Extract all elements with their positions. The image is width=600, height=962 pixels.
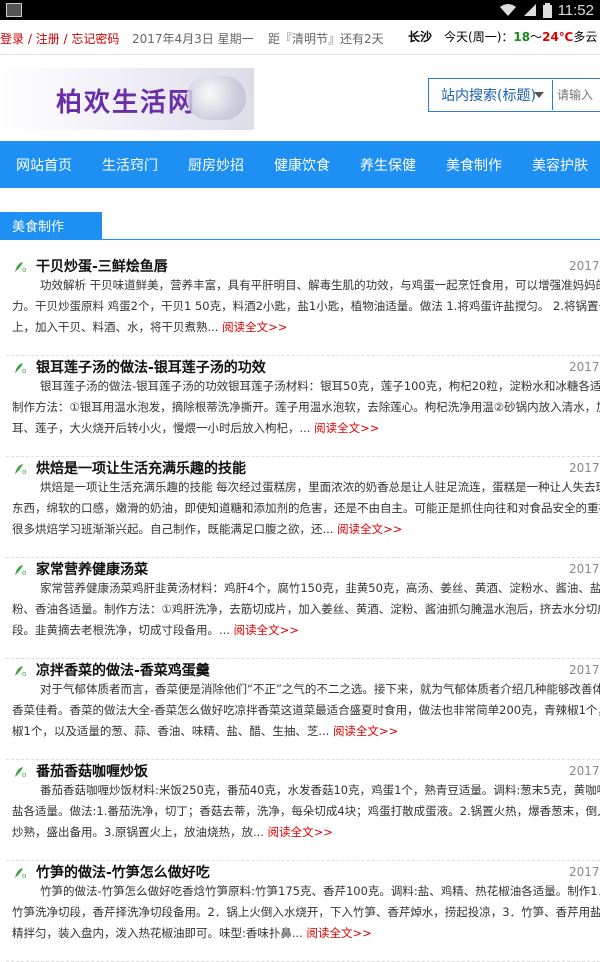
notification-image-icon — [6, 3, 22, 17]
svg-text:o: o — [22, 771, 26, 778]
article-item: o 番茄香菇咖喱炒饭 2017- 番茄香菇咖喱炒饭材料:米饭250克，番茄40克… — [6, 760, 600, 861]
nav-kitchen-tips[interactable]: 厨房妙招 — [188, 155, 244, 175]
article-date: 2017- — [569, 360, 600, 374]
read-more-link[interactable]: 阅读全文>> — [307, 926, 372, 940]
article-date: 2017- — [569, 461, 600, 475]
article-title[interactable]: 番茄香菇咖喱炒饭 — [36, 761, 148, 781]
article-excerpt: 银耳莲子汤的做法-银耳莲子汤的功效银耳莲子汤材料：银耳50克，莲子100克，枸杞… — [12, 379, 600, 435]
nav-food-making[interactable]: 美食制作 — [446, 155, 502, 175]
bullet-icon: o — [15, 868, 26, 879]
article-excerpt: 家常营养健康汤菜鸡肝韭黄汤材料：鸡肝4个，腐竹150克，韭黄50克，高汤、姜丝、… — [12, 581, 600, 637]
clock: 11:52 — [557, 1, 594, 19]
wifi-icon — [499, 4, 516, 16]
logo-text: 柏欢生活网 — [56, 88, 197, 118]
temp-high: 24℃ — [542, 30, 574, 44]
search-input[interactable] — [553, 80, 600, 110]
read-more-link[interactable]: 阅读全文>> — [234, 623, 299, 637]
search-scope-select[interactable]: 站内搜索(标题) — [429, 80, 553, 110]
article-list: o 干贝炒蛋-三鲜烩鱼唇 2017- 功效解析 干贝味道鲜美，营养丰富，具有平肝… — [0, 255, 600, 962]
bullet-icon: o — [15, 464, 26, 475]
article-date: 2017- — [569, 865, 600, 879]
search-box: 站内搜索(标题) — [428, 78, 600, 112]
nav-health-care[interactable]: 养生保健 — [360, 155, 416, 175]
bullet-icon: o — [15, 565, 26, 576]
read-more-link[interactable]: 阅读全文>> — [337, 522, 402, 536]
article-summary: 家常营养健康汤菜鸡肝韭黄汤材料：鸡肝4个，腐竹150克，韭黄50克，高汤、姜丝、… — [12, 578, 600, 641]
battery-icon — [542, 2, 552, 18]
svg-text:o: o — [22, 872, 26, 879]
forgot-password-link[interactable]: 忘记密码 — [71, 32, 119, 46]
nav-beauty-care[interactable]: 美容护肤 — [532, 155, 588, 175]
article-excerpt: 功效解析 干贝味道鲜美，营养丰富，具有平肝明目、解毒生肌的功效，与鸡蛋一起烹饪食… — [12, 278, 600, 334]
svg-text:o: o — [22, 670, 26, 677]
article-item: o 干贝炒蛋-三鲜烩鱼唇 2017- 功效解析 干贝味道鲜美，营养丰富，具有平肝… — [6, 255, 600, 356]
nav-life-tips[interactable]: 生活窍门 — [102, 155, 158, 175]
article-date: 2017- — [569, 259, 600, 273]
svg-text:o: o — [22, 569, 26, 576]
article-summary: 功效解析 干贝味道鲜美，营养丰富，具有平肝明目、解毒生肌的功效，与鸡蛋一起烹饪食… — [12, 275, 600, 338]
bullet-icon: o — [15, 262, 26, 273]
top-bar: 登录 / 注册 / 忘记密码 2017年4月3日 星期一 距『清明节』还有2天 … — [0, 20, 600, 55]
search-scope-label: 站内搜索(标题) — [441, 88, 536, 104]
article-title[interactable]: 银耳莲子汤的做法-银耳莲子汤的功效 — [36, 357, 266, 377]
current-date: 2017年4月3日 星期一 — [132, 32, 254, 46]
read-more-link[interactable]: 阅读全文>> — [314, 421, 379, 435]
status-bar: 11:52 — [0, 0, 600, 20]
svg-text:o: o — [22, 468, 26, 475]
article-title[interactable]: 凉拌香菜的做法-香菜鸡蛋羹 — [36, 660, 210, 680]
auth-links: 登录 / 注册 / 忘记密码 — [0, 32, 120, 46]
article-title[interactable]: 竹笋的做法-竹笋怎么做好吃 — [36, 862, 210, 882]
nav-home[interactable]: 网站首页 — [16, 155, 72, 175]
article-excerpt: 对于气郁体质者而言，香菜便是消除他们“不正”之气的不二之选。接下来，就为气郁体质… — [12, 682, 600, 738]
section-header: 美食制作 — [0, 212, 600, 240]
article-excerpt: 烘焙是一项让生活充满乐趣的技能 每次经过蛋糕房，里面浓浓的奶香总是让人驻足流连，… — [12, 480, 600, 536]
article-title[interactable]: 烘焙是一项让生活充满乐趣的技能 — [36, 458, 246, 478]
read-more-link[interactable]: 阅读全文>> — [222, 320, 287, 334]
signal-icon — [523, 4, 536, 16]
article-item: o 烘焙是一项让生活充满乐趣的技能 2017- 烘焙是一项让生活充满乐趣的技能 … — [6, 457, 600, 558]
weather-widget: 长沙 今天(周一)：18～24℃多云 — [408, 28, 597, 45]
temp-low: 18 — [513, 30, 531, 44]
temp-separator: ～ — [530, 30, 543, 44]
logo-decoration — [186, 76, 246, 120]
article-item: o 凉拌香菜的做法-香菜鸡蛋羹 2017- 对于气郁体质者而言，香菜便是消除他们… — [6, 659, 600, 760]
chevron-down-icon — [534, 92, 544, 98]
bullet-icon: o — [15, 666, 26, 677]
article-item: o 银耳莲子汤的做法-银耳莲子汤的功效 2017- 银耳莲子汤的做法-银耳莲子汤… — [6, 356, 600, 457]
bullet-icon: o — [15, 363, 26, 374]
register-link[interactable]: 注册 — [36, 32, 60, 46]
article-summary: 番茄香菇咖喱炒饭材料:米饭250克，番茄40克，水发香菇10克，鸡蛋1个，熟青豆… — [12, 780, 600, 843]
weather-condition: 多云 — [573, 30, 598, 44]
bullet-icon: o — [15, 767, 26, 778]
read-more-link[interactable]: 阅读全文>> — [333, 724, 398, 738]
weather-today: 今天(周一)： — [444, 30, 514, 44]
main-nav: 网站首页 生活窍门 厨房妙招 健康饮食 养生保健 美食制作 美容护肤 — [0, 141, 600, 188]
article-title[interactable]: 干贝炒蛋-三鲜烩鱼唇 — [36, 256, 168, 276]
article-summary: 烘焙是一项让生活充满乐趣的技能 每次经过蛋糕房，里面浓浓的奶香总是让人驻足流连，… — [12, 477, 600, 540]
site-logo[interactable]: 柏欢生活网 — [0, 68, 254, 130]
section-title: 美食制作 — [0, 212, 102, 239]
login-link[interactable]: 登录 — [0, 32, 24, 46]
article-summary: 银耳莲子汤的做法-银耳莲子汤的功效银耳莲子汤材料：银耳50克，莲子100克，枸杞… — [12, 376, 600, 439]
article-title[interactable]: 家常营养健康汤菜 — [36, 559, 148, 579]
nav-healthy-diet[interactable]: 健康饮食 — [274, 155, 330, 175]
article-date: 2017- — [569, 562, 600, 576]
holiday-countdown: 距『清明节』还有2天 — [268, 32, 384, 46]
article-summary: 竹笋的做法-竹笋怎么做好吃香焓竹笋原料:竹笋175克、香芹100克。调料:盐、鸡… — [12, 881, 600, 944]
article-item: o 家常营养健康汤菜 2017- 家常营养健康汤菜鸡肝韭黄汤材料：鸡肝4个，腐竹… — [6, 558, 600, 659]
article-summary: 对于气郁体质者而言，香菜便是消除他们“不正”之气的不二之选。接下来，就为气郁体质… — [12, 679, 600, 742]
weather-city: 长沙 — [408, 30, 433, 44]
svg-text:o: o — [22, 266, 26, 273]
article-item: o 竹笋的做法-竹笋怎么做好吃 2017- 竹笋的做法-竹笋怎么做好吃香焓竹笋原… — [6, 861, 600, 962]
svg-text:o: o — [22, 367, 26, 374]
article-date: 2017- — [569, 663, 600, 677]
read-more-link[interactable]: 阅读全文>> — [268, 825, 333, 839]
article-date: 2017- — [569, 764, 600, 778]
